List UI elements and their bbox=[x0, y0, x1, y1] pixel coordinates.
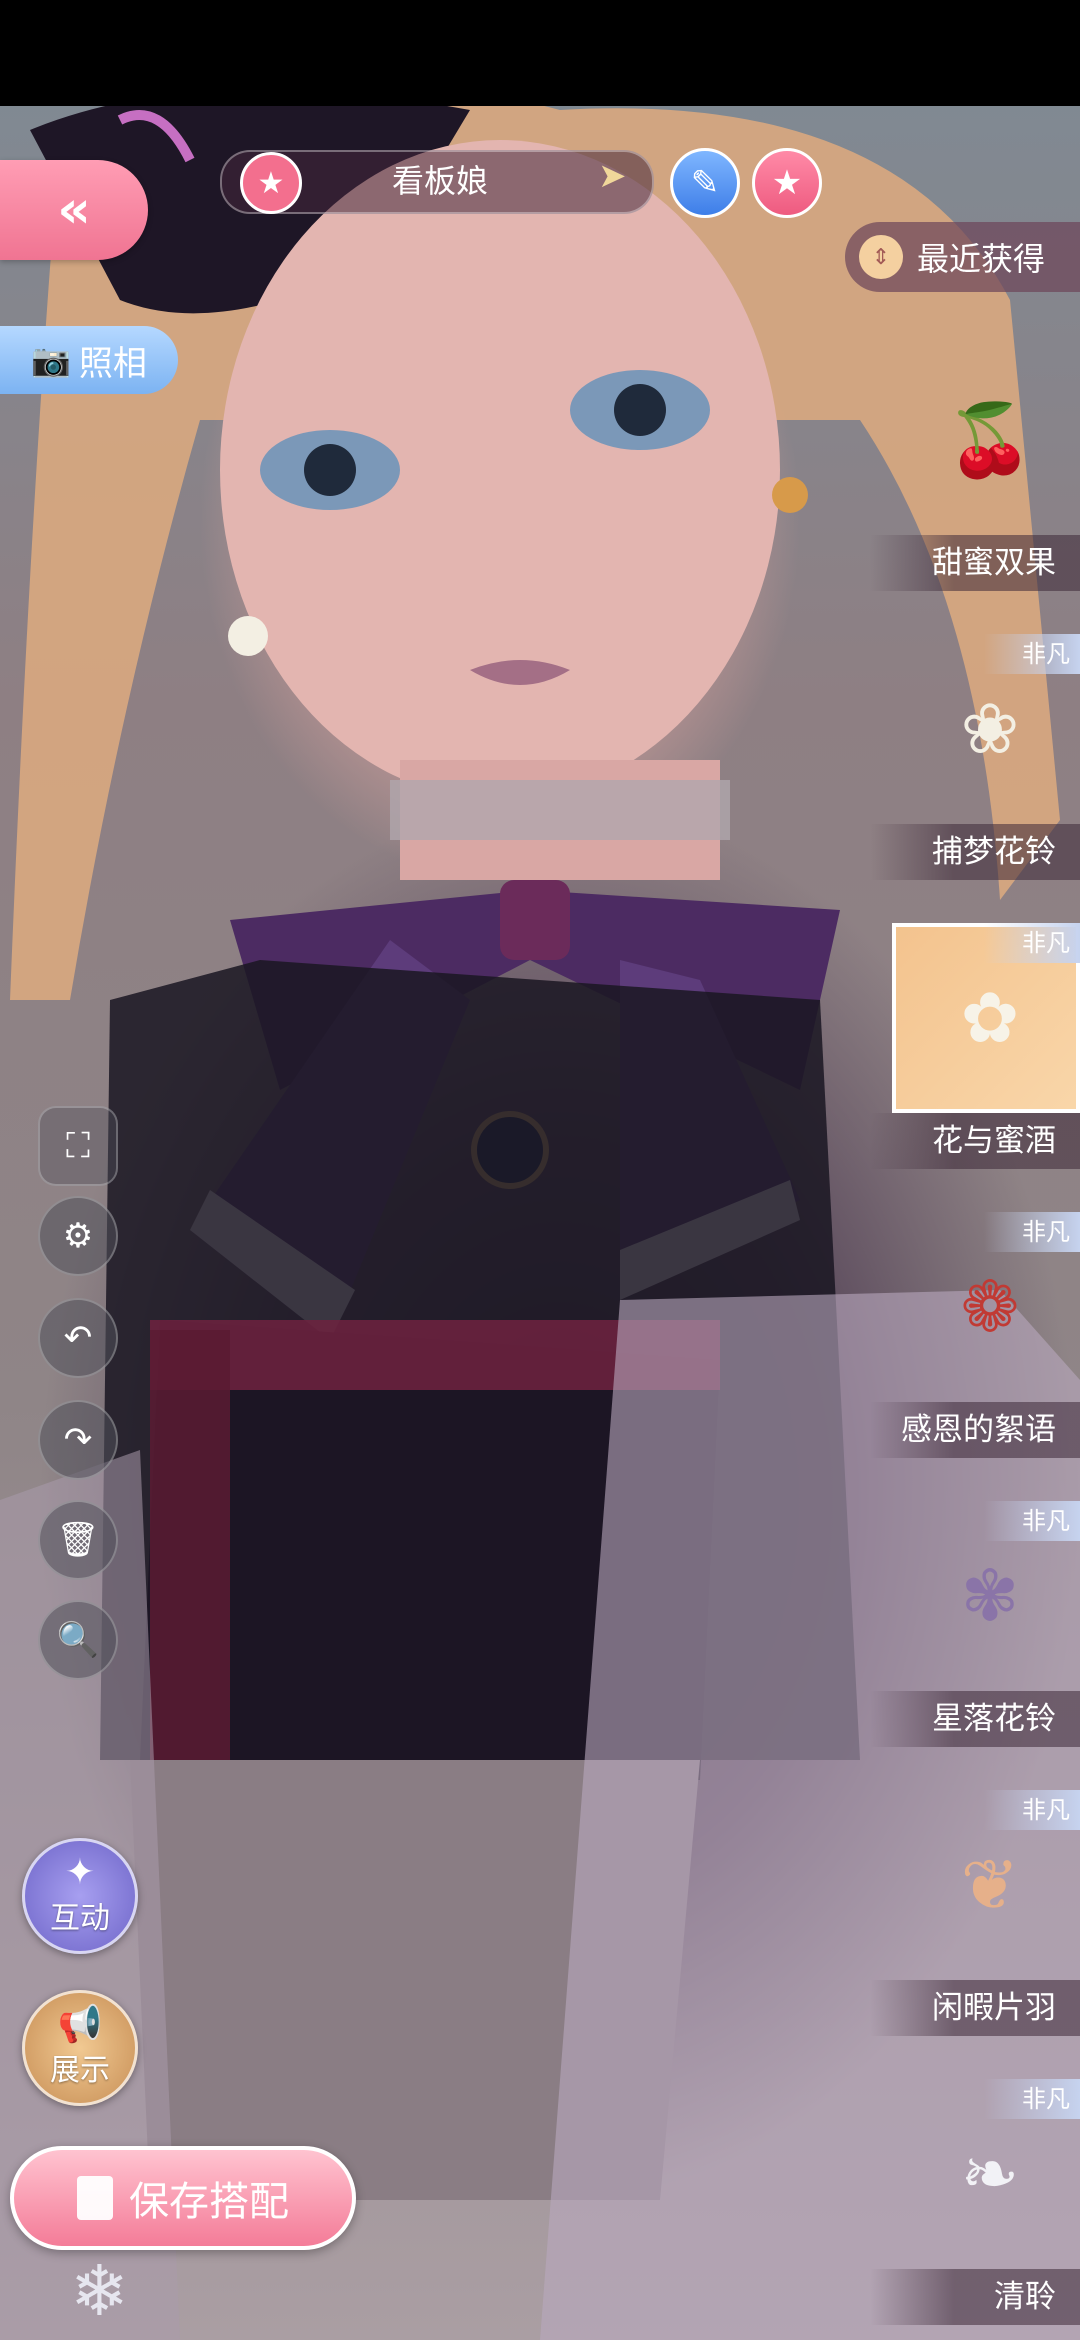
camera-icon: 📷 bbox=[31, 341, 71, 379]
redo-icon: ↷ bbox=[63, 1420, 93, 1460]
earring-icon: 🍒 bbox=[946, 398, 1034, 481]
send-icon[interactable]: ➤ bbox=[598, 156, 638, 196]
list-item[interactable]: 非凡 ❀ 捕梦花铃 bbox=[870, 634, 1080, 894]
zoom-button[interactable]: 🔍 bbox=[38, 1600, 118, 1680]
item-name: 甜蜜双果 bbox=[870, 535, 1080, 591]
settings-button[interactable]: ⚙ bbox=[38, 1196, 118, 1276]
fullscreen-icon: ⛶ bbox=[66, 1126, 90, 1166]
showcase-label: 展示 bbox=[50, 2053, 110, 2088]
list-item[interactable]: 非凡 ✾ 星落花铃 bbox=[870, 1501, 1080, 1761]
item-name: 清聆 bbox=[870, 2269, 1080, 2325]
crystal-icon: ❄ bbox=[70, 2250, 129, 2332]
undo-button[interactable]: ↶ bbox=[38, 1298, 118, 1378]
gear-icon: ⚙ bbox=[62, 1216, 94, 1256]
back-button[interactable]: « bbox=[0, 160, 148, 260]
star-icon[interactable]: ★ bbox=[240, 152, 302, 214]
snowflake-icon: ✦ bbox=[64, 1852, 96, 1893]
sort-label: 最近获得 bbox=[917, 240, 1046, 278]
earring-icon: ✾ bbox=[960, 1555, 1020, 1637]
sort-button[interactable]: ⇕ 最近获得 bbox=[845, 222, 1080, 292]
delete-button[interactable]: 🗑 bbox=[38, 1500, 118, 1580]
magnifier-icon: 🔍 bbox=[56, 1620, 100, 1660]
earring-icon: ❁ bbox=[960, 1266, 1020, 1348]
save-label: 保存搭配 bbox=[129, 2179, 289, 2225]
sort-icon: ⇕ bbox=[859, 235, 903, 279]
status-bar bbox=[0, 0, 1080, 106]
item-name: 星落花铃 bbox=[870, 1691, 1080, 1747]
list-item[interactable]: 非凡 ❧ 清聆 bbox=[870, 2079, 1080, 2339]
interact-label: 互动 bbox=[50, 1901, 110, 1936]
interact-button[interactable]: ✦ 互动 bbox=[22, 1838, 138, 1954]
document-icon bbox=[77, 2176, 113, 2220]
item-name: 闲暇片羽 bbox=[870, 1980, 1080, 2036]
earring-icon: ❦ bbox=[960, 1844, 1020, 1926]
photo-button[interactable]: 📷 照相 bbox=[0, 326, 178, 394]
list-item[interactable]: 非凡 ❦ 闲暇片羽 bbox=[870, 1790, 1080, 2050]
pencil-icon: ✎ bbox=[690, 163, 720, 203]
item-name: 花与蜜酒 bbox=[870, 1113, 1080, 1169]
item-name: 感恩的絮语 bbox=[870, 1402, 1080, 1458]
showcase-button[interactable]: 📢 展示 bbox=[22, 1990, 138, 2106]
favorite-button[interactable]: ★ bbox=[752, 148, 822, 218]
redo-button[interactable]: ↷ bbox=[38, 1400, 118, 1480]
photo-label: 照相 bbox=[78, 343, 147, 384]
list-item[interactable]: 非凡 ❁ 感恩的絮语 bbox=[870, 1212, 1080, 1472]
item-name: 捕梦花铃 bbox=[870, 824, 1080, 880]
list-item[interactable]: 非凡 ✿ 花与蜜酒 bbox=[870, 923, 1080, 1183]
fullscreen-button[interactable]: ⛶ bbox=[38, 1106, 118, 1186]
earring-icon: ❧ bbox=[960, 2133, 1020, 2215]
outfit-name: 看板娘 bbox=[391, 162, 488, 200]
list-item[interactable]: 🍒 甜蜜双果 bbox=[870, 345, 1080, 605]
earring-icon: ❀ bbox=[960, 688, 1020, 770]
save-outfit-button[interactable]: 保存搭配 bbox=[10, 2146, 356, 2250]
trash-icon: 🗑 bbox=[56, 1520, 100, 1560]
megaphone-icon: 📢 bbox=[57, 2004, 103, 2045]
star-icon: ★ bbox=[771, 163, 803, 203]
undo-icon: ↶ bbox=[63, 1318, 93, 1358]
edit-button[interactable]: ✎ bbox=[670, 148, 740, 218]
earring-icon: ✿ bbox=[960, 977, 1020, 1059]
